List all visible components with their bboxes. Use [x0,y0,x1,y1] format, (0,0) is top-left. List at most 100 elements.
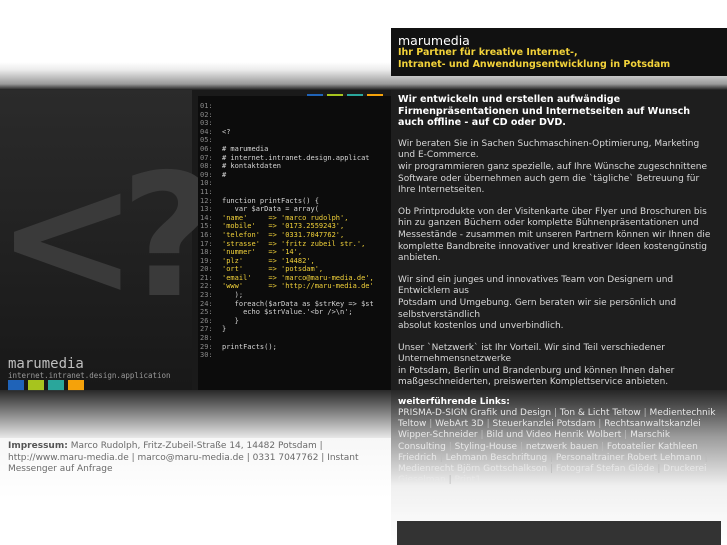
code-listing: <? # marumedia # internet.intranet.design… [222,102,374,360]
link-separator: | [426,419,436,430]
main-content: Wir entwickeln und erstellen aufwändige … [398,94,718,399]
code-line: printFacts(); [222,342,277,351]
tagline-line-2: Intranet- und Anwendungsentwicklung in P… [398,59,671,70]
line-number: 04: [200,127,213,136]
line-number: 09: [200,170,213,179]
line-number: 26: [200,316,213,325]
line-number: 14: [200,213,213,222]
code-line: # kontaktdaten [222,162,282,171]
line-number: 17: [200,239,213,248]
network-line-2: in Potsdam, Berlin und Brandenburg und k… [398,365,675,388]
art-left-panel: <? marumedia internet.intranet.design.ap… [0,90,219,438]
site-brand[interactable]: marumedia [398,33,470,48]
link-separator: | [436,452,446,463]
art-subtitle: internet.intranet.design.application [8,371,171,380]
line-number: 21: [200,273,213,282]
line-number: 19: [200,256,213,265]
line-number: 16: [200,230,213,239]
code-line: ); [222,291,244,300]
line-numbers: 01: 02: 03: 04: 05: 06: 07: 08: 09: 10: 11: 12: 13: 1… [200,102,216,360]
team-line-1: Wir sind ein junges und innovatives Team… [398,274,674,297]
line-number: 03: [200,119,213,128]
link-separator: | [547,464,556,475]
link-separator: | [654,464,664,475]
partner-link[interactable]: Print1 [455,475,481,485]
line-number: 27: [200,325,213,334]
lead-text: Wir entwickeln und erstellen aufwändige … [398,94,691,129]
code-line: 'name' => 'marco rudolph', [222,213,349,222]
php-tag-glyph: <? [0,138,219,336]
line-number: 28: [200,334,213,343]
line-number: 23: [200,291,213,300]
partner-link[interactable]: PRISMA-D-SIGN Grafik und Design [398,408,551,418]
line-number: 07: [200,153,213,162]
hero-artwork: <? marumedia internet.intranet.design.ap… [0,90,391,438]
tagline-line-1: Ihr Partner für kreative Internet-, [398,47,578,58]
line-number: 12: [200,196,213,205]
line-number: 25: [200,308,213,317]
link-separator: | [517,441,526,452]
code-line: function printFacts() { [222,196,319,205]
impressum-label: Impressum: [8,441,68,451]
line-number: 29: [200,342,213,351]
code-line: 'mobile' => '0173.2559243', [222,222,345,231]
partner-link[interactable]: Medienrecht Björn Gottschalkson [398,464,547,474]
network-line-1: Unser `Netzwerk` ist Ihr Vorteil. Wir si… [398,342,665,365]
line-number: 08: [200,162,213,171]
code-line: 'nummer' => '14', [222,248,303,257]
code-line: 'ort' => 'potsdam', [222,265,324,274]
paragraph-seo: Wir beraten Sie in Sachen Suchmaschinen-… [398,139,718,197]
partner-link[interactable]: Fotograf Stefan Glöde [556,464,655,474]
link-separator: | [445,441,455,452]
link-separator: | [598,441,607,452]
footer-reflection [397,521,721,545]
line-number: 02: [200,110,213,119]
partner-link[interactable]: Ton & Licht Teltow [560,408,641,418]
link-separator: | [551,408,560,418]
partner-link[interactable]: Styling-House [455,442,517,452]
line-number: 22: [200,282,213,291]
paragraph-seo-text: Wir beraten Sie in Sachen Suchmaschinen-… [398,138,700,161]
link-separator: | [640,408,650,418]
partner-link[interactable]: Bild und Video Henrik Wolbert [486,430,621,440]
line-number: 06: [200,144,213,153]
code-line: var $arData = array( [222,205,319,214]
partner-link[interactable]: WebArt 3D [435,419,484,429]
partner-link[interactable]: Personaltrainer Robert Lehmann [556,453,702,463]
partner-link[interactable]: Lehmann Beschriftung [446,453,548,463]
code-line: # marumedia [222,144,269,153]
line-number: 20: [200,265,213,274]
code-line: } [222,325,227,334]
site-tagline: Ihr Partner für kreative Internet-, Intr… [398,47,670,71]
code-line: <? [222,127,231,136]
line-number: 18: [200,248,213,257]
line-number: 24: [200,299,213,308]
link-separator: | [701,452,708,463]
line-number: 30: [200,351,213,360]
paragraph-print: Ob Printprodukte von der Visitenkarte üb… [398,206,711,264]
code-line: } [222,316,239,325]
code-line: 'strasse' => 'fritz zubeil str.', [222,239,366,248]
link-separator: | [445,475,455,486]
partner-link[interactable]: netzwerk bauen [526,442,598,452]
code-line: foreach($arData as $strKey => $st [222,299,374,308]
line-number: 13: [200,205,213,214]
code-line: 'email' => 'marco@maru-media.de', [222,273,374,282]
line-number: 11: [200,187,213,196]
link-separator: | [595,419,605,430]
line-number: 01: [200,102,213,110]
partner-link[interactable]: Steuerkanzlei Potsdam [492,419,595,429]
line-number: 05: [200,136,213,145]
paragraph-network: Unser `Netzwerk` ist Ihr Vorteil. Wir si… [398,343,718,389]
art-brand: marumedia [8,356,84,372]
code-line: 'www' => 'http://maru-media.de' [222,282,374,291]
code-line: 'plz' => '14482', [222,256,315,265]
partner-links: PRISMA-D-SIGN Grafik und Design | Ton & … [398,408,720,486]
